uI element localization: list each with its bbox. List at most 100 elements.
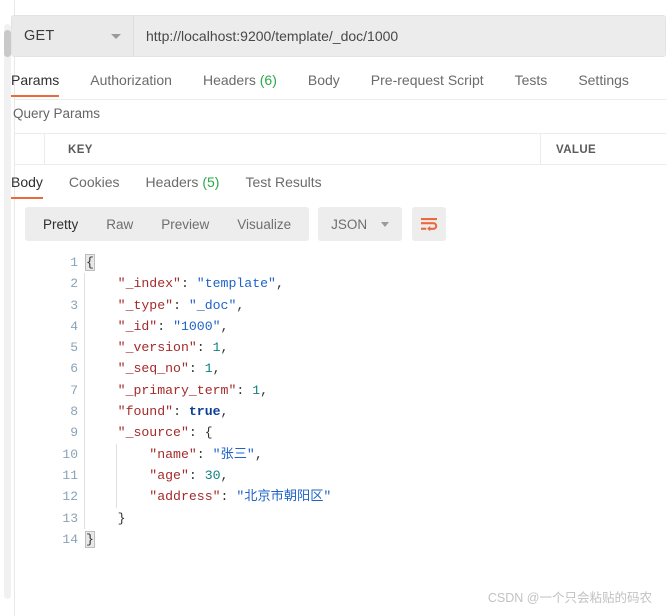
- code-token: "_source": [86, 425, 189, 441]
- code-token: ,: [220, 404, 229, 420]
- watermark: CSDN @一个只会粘贴的码农: [487, 591, 652, 605]
- line-number: 12: [62, 489, 78, 505]
- code-token: ,: [220, 467, 229, 483]
- body-type-label: JSON: [331, 216, 368, 232]
- indent-guide: [84, 443, 85, 465]
- tab-authorization[interactable]: Authorization: [90, 70, 172, 97]
- code-text: "_version": 1,: [86, 337, 229, 358]
- code-token: :: [173, 297, 189, 313]
- format-pretty[interactable]: Pretty: [29, 207, 92, 241]
- code-line: 3 "_type": "_doc",: [15, 294, 666, 316]
- tab-label: Authorization: [90, 72, 172, 88]
- code-token: }: [85, 530, 95, 548]
- code-token: "_index": [86, 276, 181, 292]
- code-token: :: [236, 382, 253, 398]
- request-tabs-underline: [15, 99, 666, 100]
- code-line: 5 "_version": 1,: [15, 337, 666, 359]
- http-method-label: GET: [24, 28, 55, 44]
- code-token: "template": [196, 276, 276, 292]
- code-line: 14}: [15, 529, 666, 550]
- code-token: true: [188, 404, 221, 420]
- code-token: :: [157, 318, 174, 334]
- code-token: :: [173, 404, 189, 420]
- code-text: }: [85, 529, 95, 550]
- tab-tests[interactable]: Tests: [515, 70, 548, 97]
- chevron-down-icon: [381, 221, 390, 227]
- code-token: 1: [252, 382, 261, 398]
- response-tab-cookies[interactable]: Cookies: [69, 172, 120, 199]
- response-tab-body[interactable]: Body: [11, 172, 43, 199]
- tab-pre-request-script[interactable]: Pre-request Script: [371, 70, 484, 97]
- format-preview[interactable]: Preview: [147, 207, 223, 241]
- code-token: {: [85, 254, 95, 271]
- code-token: ,: [236, 297, 245, 313]
- indent-guide: [84, 294, 85, 316]
- indent-guide: [84, 358, 85, 380]
- code-text: "age": 30,: [86, 465, 228, 486]
- line-number: 10: [62, 446, 78, 462]
- value-column-label: VALUE: [556, 143, 597, 156]
- code-token: "北京市朝阳区": [236, 489, 332, 505]
- line-number: 8: [70, 404, 78, 420]
- tab-body[interactable]: Body: [308, 70, 340, 97]
- code-token: "_seq_no": [86, 361, 189, 377]
- query-params-checkbox-column: [15, 134, 45, 165]
- code-line: 12 "address": "北京市朝阳区": [15, 486, 666, 508]
- request-url-bar: GET http://localhost:9200/template/_doc/…: [11, 15, 666, 57]
- body-type-select[interactable]: JSON: [318, 207, 403, 241]
- tab-label: Settings: [578, 72, 629, 88]
- code-line: 2 "_index": "template",: [15, 273, 666, 295]
- code-token: ,: [220, 318, 229, 334]
- code-line: 8 "found": true,: [15, 401, 666, 423]
- line-number: 13: [62, 510, 78, 526]
- code-token: ,: [220, 340, 229, 356]
- code-text: {: [85, 252, 95, 273]
- chevron-down-icon: [111, 34, 121, 39]
- response-tabs: Body Cookies Headers (5) Test Results: [11, 172, 348, 199]
- code-token: }: [86, 510, 126, 526]
- request-tabs: Params Authorization Headers (6) Body Pre-re…: [11, 70, 661, 100]
- tab-settings[interactable]: Settings: [578, 70, 629, 97]
- format-button-group: Pretty Raw Preview Visualize: [25, 207, 310, 241]
- code-token: "_doc": [188, 297, 237, 313]
- code-token: :: [220, 489, 237, 505]
- url-input[interactable]: http://localhost:9200/template/_doc/1000: [134, 16, 665, 56]
- response-body-code[interactable]: 1 {2 "_index": "template", 3 "_type": "_do…: [15, 252, 666, 582]
- word-wrap-toggle[interactable]: [412, 207, 447, 241]
- format-raw[interactable]: Raw: [92, 207, 147, 241]
- code-line: 9 "_source": {: [15, 422, 666, 444]
- query-params-value-header: VALUE: [541, 134, 666, 165]
- code-line: 7 "_primary_term": 1,: [15, 379, 666, 402]
- code-token: {: [204, 425, 213, 441]
- code-token: ,: [254, 446, 263, 462]
- line-number: 11: [62, 467, 78, 483]
- code-text: "_id": "1000",: [86, 316, 229, 337]
- indent-guide: [84, 379, 85, 402]
- line-number: 14: [62, 531, 78, 547]
- format-visualize[interactable]: Visualize: [223, 207, 305, 241]
- tab-label: Params: [11, 72, 60, 88]
- word-wrap-icon: [421, 218, 438, 232]
- scrollbar-thumb[interactable]: [4, 30, 11, 57]
- code-line: 13 }: [15, 507, 666, 529]
- code-text: "address": "北京市朝阳区": [86, 486, 331, 507]
- scrollbar-track[interactable]: [4, 24, 11, 599]
- indent-guide: [84, 464, 85, 487]
- code-text: "_primary_term": 1,: [86, 380, 268, 401]
- indent-guide: [84, 315, 85, 338]
- code-token: "_version": [86, 340, 197, 356]
- http-method-select[interactable]: GET: [12, 16, 134, 56]
- tab-label: Cookies: [68, 174, 120, 190]
- query-params-label: Query Params: [13, 106, 101, 121]
- line-number: 7: [70, 382, 78, 398]
- code-token: "found": [86, 404, 174, 420]
- tab-params[interactable]: Params: [11, 70, 60, 97]
- code-line: 4 "_id": "1000",: [15, 315, 666, 338]
- line-number: 6: [70, 361, 78, 377]
- tab-headers[interactable]: Headers (6): [203, 70, 277, 97]
- response-tab-headers[interactable]: Headers (5): [146, 172, 220, 199]
- code-token: 1: [212, 340, 221, 356]
- code-line: 6 "_seq_no": 1,: [15, 358, 666, 380]
- indent-guide: [84, 422, 85, 444]
- response-tab-test-results[interactable]: Test Results: [245, 172, 321, 199]
